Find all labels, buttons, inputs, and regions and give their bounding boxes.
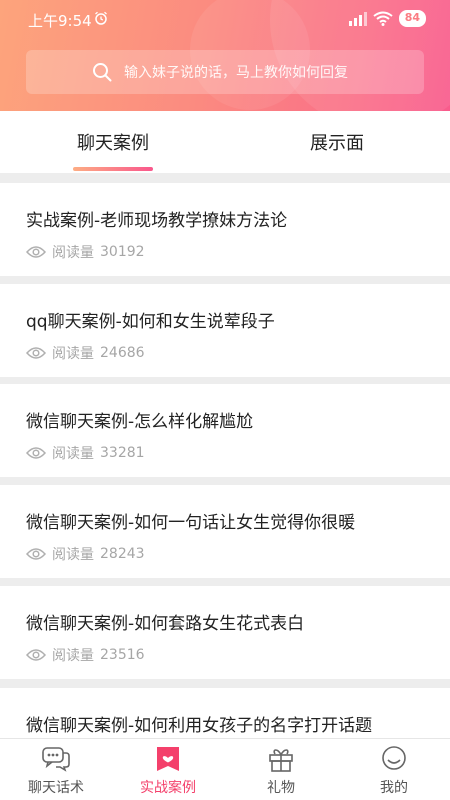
views-label: 阅读量 <box>52 648 94 664</box>
views-label: 阅读量 <box>52 547 94 563</box>
nav-item-chat-scripts[interactable]: 聊天话术 <box>0 745 112 797</box>
views-label: 阅读量 <box>52 245 94 261</box>
nav-item-mine[interactable]: 我的 <box>338 745 450 797</box>
article-title: 微信聊天案例-如何套路女生花式表白 <box>26 614 305 634</box>
article-meta: 阅读量 30192 <box>26 242 145 262</box>
article-meta: 阅读量 24686 <box>26 343 145 363</box>
alarm-icon <box>95 11 107 25</box>
list-item[interactable]: 微信聊天案例-如何套路女生花式表白 阅读量 23516 <box>0 586 450 679</box>
views-count: 30192 <box>100 244 145 260</box>
smile-face-icon <box>382 746 406 770</box>
article-title: 微信聊天案例-如何利用女孩子的名字打开话题 <box>26 716 373 736</box>
views-count: 28243 <box>100 546 145 562</box>
wifi-icon <box>373 11 393 26</box>
views-label: 阅读量 <box>52 346 94 362</box>
chat-bubbles-icon <box>42 747 70 772</box>
search-icon <box>93 63 112 82</box>
article-title: 微信聊天案例-如何一句话让女生觉得你很暖 <box>26 513 356 533</box>
nav-label: 聊天话术 <box>28 780 84 796</box>
views-label: 阅读量 <box>52 446 94 462</box>
tab-active-indicator <box>73 167 153 171</box>
tab-bar: 聊天案例 展示面 <box>0 111 450 173</box>
status-time: 上午9:54 <box>28 12 92 30</box>
views-count: 24686 <box>100 345 145 361</box>
status-bar: 上午9:54 84 <box>0 0 450 38</box>
list-item[interactable]: 微信聊天案例-怎么样化解尴尬 阅读量 33281 <box>0 384 450 477</box>
article-meta: 阅读量 23516 <box>26 645 145 665</box>
eye-icon <box>26 347 46 359</box>
nav-item-gift[interactable]: 礼物 <box>225 745 337 797</box>
tab-showcase[interactable]: 展示面 <box>237 129 437 155</box>
signal-icon <box>348 11 367 26</box>
eye-icon <box>26 649 46 661</box>
nav-label: 礼物 <box>267 780 295 796</box>
eye-icon <box>26 447 46 459</box>
article-title: 微信聊天案例-怎么样化解尴尬 <box>26 412 254 432</box>
views-count: 33281 <box>100 445 145 461</box>
eye-icon <box>26 548 46 560</box>
eye-icon <box>26 246 46 258</box>
nav-label: 实战案例 <box>140 780 196 796</box>
bottom-nav: 聊天话术 实战案例 礼物 我的 <box>0 738 450 800</box>
list-item[interactable]: 微信聊天案例-如何一句话让女生觉得你很暖 阅读量 28243 <box>0 485 450 578</box>
bookmark-heart-icon <box>157 747 179 771</box>
battery-indicator: 84 <box>398 10 426 27</box>
nav-item-practice-cases[interactable]: 实战案例 <box>112 745 224 797</box>
search-input[interactable]: 输入妹子说的话，马上教你如何回复 <box>26 50 424 94</box>
views-count: 23516 <box>100 647 145 663</box>
header: 上午9:54 84 输入妹子说的话，马上教你如何回复 <box>0 0 450 111</box>
nav-label: 我的 <box>380 780 408 796</box>
tab-chat-cases[interactable]: 聊天案例 <box>13 129 213 155</box>
article-meta: 阅读量 28243 <box>26 544 145 564</box>
status-icons: 84 <box>347 10 426 27</box>
article-meta: 阅读量 33281 <box>26 443 145 463</box>
search-placeholder: 输入妹子说的话，马上教你如何回复 <box>124 65 348 81</box>
article-title: 实战案例-老师现场教学撩妹方法论 <box>26 211 288 231</box>
article-title: qq聊天案例-如何和女生说荤段子 <box>26 312 275 332</box>
list-item[interactable]: 实战案例-老师现场教学撩妹方法论 阅读量 30192 <box>0 183 450 276</box>
list-item[interactable]: qq聊天案例-如何和女生说荤段子 阅读量 24686 <box>0 284 450 377</box>
gift-icon <box>269 749 293 772</box>
